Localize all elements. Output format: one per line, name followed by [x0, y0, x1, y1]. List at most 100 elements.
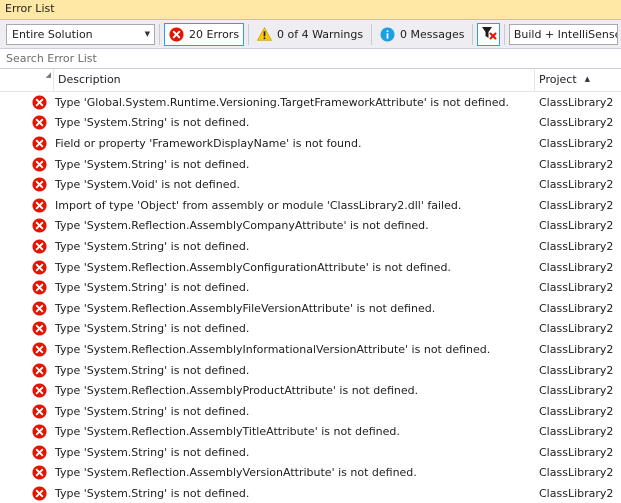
- error-project: ClassLibrary2: [539, 322, 614, 336]
- warnings-filter-button[interactable]: 0 of 4 Warnings: [253, 23, 367, 46]
- error-project: ClassLibrary2: [539, 198, 614, 212]
- error-icon: [0, 445, 54, 460]
- error-icon: [0, 465, 54, 481]
- error-description: Type 'System.String' is not defined.: [55, 487, 250, 501]
- table-row[interactable]: Type 'System.String' is not defined. Clas…: [0, 277, 621, 298]
- error-description: Type 'System.String' is not defined.: [55, 116, 250, 130]
- column-header-icons[interactable]: ◢: [0, 69, 54, 91]
- error-description: Import of type 'Object' from assembly or…: [55, 198, 462, 212]
- table-row[interactable]: Type 'System.Reflection.AssemblyTitleAtt…: [0, 422, 621, 443]
- toolbar-separator: [503, 23, 505, 45]
- toolbar-separator: [371, 23, 373, 45]
- error-icon: [0, 157, 54, 172]
- error-icon: [0, 424, 54, 439]
- error-description: Type 'System.String' is not defined.: [55, 322, 250, 336]
- error-project: ClassLibrary2: [539, 384, 614, 398]
- error-description: Type 'System.String' is not defined.: [55, 363, 250, 377]
- filter-clear-icon: [481, 25, 497, 44]
- error-icon: [0, 198, 54, 213]
- table-row[interactable]: Field or property 'FrameworkDisplayName'…: [0, 133, 621, 154]
- error-description: Type 'System.Void' is not defined.: [55, 178, 240, 192]
- table-row[interactable]: Type 'System.String' is not defined. Clas…: [0, 319, 621, 340]
- error-project: ClassLibrary2: [539, 425, 614, 439]
- error-description: Field or property 'FrameworkDisplayName'…: [55, 136, 362, 150]
- table-row[interactable]: Type 'System.Void' is not defined. ClassL…: [0, 174, 621, 195]
- error-description: Type 'System.String' is not defined.: [55, 445, 250, 459]
- table-row[interactable]: Type 'System.Reflection.AssemblyVersionA…: [0, 463, 621, 484]
- errors-count-label: 20 Errors: [189, 27, 240, 41]
- error-list-toolbar: Entire Solution ▼ 20 Errors 0 of 4 Warni…: [0, 20, 621, 49]
- error-description: Type 'System.Reflection.AssemblyProductA…: [55, 384, 419, 398]
- table-row[interactable]: Type 'System.Reflection.AssemblyProductA…: [0, 380, 621, 401]
- error-description: Type 'System.Reflection.AssemblyFileVers…: [55, 301, 436, 315]
- error-icon: [0, 280, 54, 295]
- panel-title: Error List: [0, 0, 621, 20]
- table-row[interactable]: Import of type 'Object' from assembly or…: [0, 195, 621, 216]
- messages-count-label: 0 Messages: [400, 27, 465, 41]
- error-project: ClassLibrary2: [539, 260, 614, 274]
- error-list-panel: Error List Entire Solution ▼ 20 Errors 0…: [0, 0, 621, 503]
- table-row[interactable]: Type 'System.Reflection.AssemblyInformat…: [0, 339, 621, 360]
- error-project: ClassLibrary2: [539, 404, 614, 418]
- error-project: ClassLibrary2: [539, 487, 614, 501]
- column-header-row: ◢ Description Project ▲: [0, 69, 621, 92]
- errors-filter-button[interactable]: 20 Errors: [164, 22, 245, 46]
- error-icon: [0, 136, 54, 151]
- info-icon: [380, 26, 395, 42]
- column-chooser-icon[interactable]: ◢: [46, 71, 51, 79]
- error-description: Type 'System.String' is not defined.: [55, 157, 250, 171]
- table-row[interactable]: Type 'System.Reflection.AssemblyCompanyA…: [0, 216, 621, 237]
- error-icon: [169, 26, 184, 42]
- error-icon: [0, 95, 54, 110]
- table-row[interactable]: Type 'System.String' is not defined. Clas…: [0, 154, 621, 175]
- error-project: ClassLibrary2: [539, 116, 614, 130]
- error-icon: [0, 239, 54, 254]
- error-description: Type 'System.String' is not defined.: [55, 281, 250, 295]
- error-project: ClassLibrary2: [539, 136, 614, 150]
- build-source-dropdown[interactable]: Build + IntelliSense: [508, 23, 618, 45]
- scope-dropdown[interactable]: Entire Solution ▼: [6, 23, 156, 45]
- table-row[interactable]: Type 'System.Reflection.AssemblyConfigur…: [0, 257, 621, 278]
- warning-icon: [257, 27, 273, 41]
- toolbar-separator: [248, 23, 250, 45]
- error-icon: [0, 321, 54, 336]
- table-row[interactable]: Type 'System.String' is not defined. Clas…: [0, 401, 621, 422]
- error-icon: [0, 115, 54, 130]
- column-header-project-label: Project: [539, 73, 577, 86]
- error-project: ClassLibrary2: [539, 466, 614, 480]
- messages-filter-button[interactable]: 0 Messages: [376, 23, 468, 46]
- error-icon: [0, 177, 54, 192]
- clear-filter-button[interactable]: [477, 22, 500, 46]
- error-project: ClassLibrary2: [539, 219, 614, 233]
- chevron-down-icon: ▼: [144, 30, 151, 38]
- error-description: Type 'System.Reflection.AssemblyTitleAtt…: [55, 425, 400, 439]
- search-error-list-input[interactable]: Search Error List: [0, 49, 621, 69]
- error-project: ClassLibrary2: [539, 178, 614, 192]
- error-project: ClassLibrary2: [539, 281, 614, 295]
- error-icon: [0, 383, 54, 398]
- table-row[interactable]: Type 'System.String' is not defined. Clas…: [0, 236, 621, 257]
- error-project: ClassLibrary2: [539, 445, 614, 459]
- error-project: ClassLibrary2: [539, 342, 614, 356]
- table-row[interactable]: Type 'System.Reflection.AssemblyFileVers…: [0, 298, 621, 319]
- table-row[interactable]: Type 'System.String' is not defined. Clas…: [0, 113, 621, 134]
- sort-ascending-icon: ▲: [584, 75, 591, 83]
- error-description: Type 'System.Reflection.AssemblyConfigur…: [55, 260, 451, 274]
- warnings-count-label: 0 of 4 Warnings: [277, 27, 364, 41]
- table-row[interactable]: Type 'System.String' is not defined. Clas…: [0, 483, 621, 503]
- error-description: Type 'System.Reflection.AssemblyVersionA…: [55, 466, 417, 480]
- table-row[interactable]: Type 'Global.System.Runtime.Versioning.T…: [0, 92, 621, 113]
- column-header-project[interactable]: Project ▲: [535, 69, 621, 91]
- error-project: ClassLibrary2: [539, 157, 614, 171]
- toolbar-separator: [159, 23, 161, 45]
- error-project: ClassLibrary2: [539, 239, 614, 253]
- error-description: Type 'System.String' is not defined.: [55, 239, 250, 253]
- column-header-description[interactable]: Description: [54, 69, 535, 91]
- error-icon: [0, 362, 54, 378]
- error-project: ClassLibrary2: [539, 301, 614, 315]
- error-icon: [0, 342, 54, 357]
- error-icon: [0, 404, 54, 419]
- table-row[interactable]: Type 'System.String' is not defined. Clas…: [0, 442, 621, 463]
- table-row[interactable]: Type 'System.String' is not defined. Clas…: [0, 360, 621, 381]
- error-project: ClassLibrary2: [539, 363, 614, 377]
